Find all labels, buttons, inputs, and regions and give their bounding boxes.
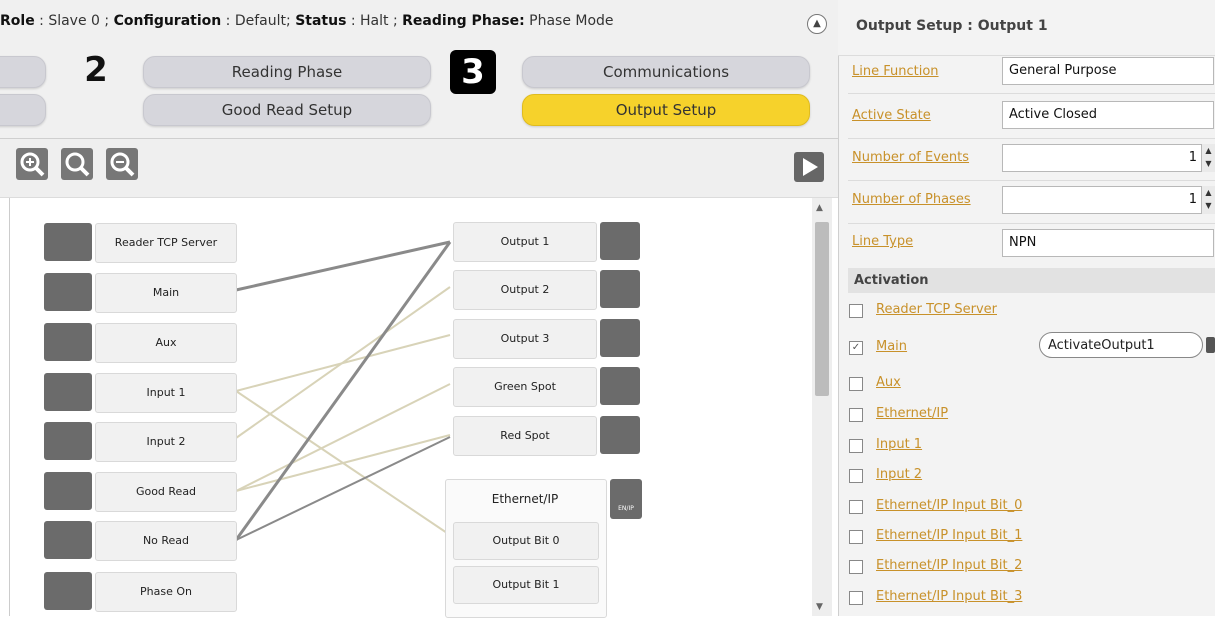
- node-output-3[interactable]: Output 3: [453, 319, 597, 359]
- main-activation-input[interactable]: ActivateOutput1: [1039, 332, 1203, 358]
- node-good-read[interactable]: Good Read: [95, 472, 237, 512]
- active-state-select[interactable]: Active Closed: [1002, 101, 1214, 129]
- number-of-phases-label: Number of Phases: [852, 192, 971, 207]
- divider: [848, 138, 1215, 139]
- output-port-icon: [600, 367, 640, 405]
- activation-ethernet-ip-input-bit-3[interactable]: Ethernet/IP Input Bit_3: [876, 589, 1022, 604]
- ethernet-ip-input-bit-2-checkbox[interactable]: [849, 560, 863, 574]
- node-input-2[interactable]: Input 2: [95, 422, 237, 462]
- node-output-2[interactable]: Output 2: [453, 270, 597, 310]
- input-1-checkbox[interactable]: [849, 439, 863, 453]
- node-output-bit-0[interactable]: Output Bit 0: [453, 522, 599, 560]
- number-of-events-label: Number of Events: [852, 150, 970, 165]
- node-no-read[interactable]: No Read: [95, 521, 237, 561]
- ethernet-plug-icon: [44, 273, 92, 311]
- events-spinner-icon[interactable]: ▲ ▼: [1201, 144, 1215, 172]
- divider: [848, 223, 1215, 224]
- line-function-select[interactable]: General Purpose: [1002, 57, 1214, 85]
- active-state-label: Active State: [852, 108, 931, 123]
- node-output-bit-1[interactable]: Output Bit 1: [453, 566, 599, 604]
- phases-spinner-icon[interactable]: ▲ ▼: [1201, 186, 1215, 214]
- activation-ethernet-ip-input-bit-1[interactable]: Ethernet/IP Input Bit_1: [876, 528, 1022, 543]
- activation-ethernet-ip-input-bit-2[interactable]: Ethernet/IP Input Bit_2: [876, 558, 1022, 573]
- node-phase-on[interactable]: Phase On: [95, 572, 237, 612]
- input-port-icon: [44, 373, 92, 411]
- activation-input-2[interactable]: Input 2: [876, 467, 922, 482]
- puzzle-icon: [44, 472, 92, 510]
- node-green-spot[interactable]: Green Spot: [453, 367, 597, 407]
- ethernet-plug-icon: [44, 323, 92, 361]
- ethernet-ip-icon: EN/IP: [610, 479, 642, 519]
- scroll-up-icon[interactable]: ▲: [816, 203, 823, 213]
- number-of-phases-input[interactable]: 1: [1002, 186, 1214, 214]
- activation-header: Activation: [848, 268, 1215, 293]
- ethernet-ip-title: Ethernet/IP: [491, 492, 559, 506]
- node-red-spot[interactable]: Red Spot: [453, 416, 597, 456]
- scroll-down-icon[interactable]: ▼: [816, 602, 823, 612]
- ethernet-plug-icon: [44, 223, 92, 261]
- output-port-icon: [600, 270, 640, 308]
- ethernet-ip-input-bit-1-checkbox[interactable]: [849, 530, 863, 544]
- line-function-label: Line Function: [852, 64, 939, 79]
- phase-on-icon: [44, 572, 92, 610]
- input-2-checkbox[interactable]: [849, 469, 863, 483]
- panel-title: Output Setup : Output 1: [856, 18, 1048, 34]
- activation-input-1[interactable]: Input 1: [876, 437, 922, 452]
- output-port-icon: [600, 319, 640, 357]
- main-checkbox[interactable]: ✓: [849, 341, 863, 355]
- divider: [848, 93, 1215, 94]
- node-output-1[interactable]: Output 1: [453, 222, 597, 262]
- node-main[interactable]: Main: [95, 273, 237, 313]
- line-type-label: Line Type: [852, 234, 914, 249]
- ethernet-ip-input-bit-0-checkbox[interactable]: [849, 500, 863, 514]
- delete-icon[interactable]: [1206, 337, 1215, 353]
- reader-tcp-server-checkbox[interactable]: [849, 304, 863, 318]
- activation-reader-tcp-server[interactable]: Reader TCP Server: [876, 302, 997, 317]
- activation-ethernet-ip-input-bit-0[interactable]: Ethernet/IP Input Bit_0: [876, 498, 1022, 513]
- ethernet-ip-icon-label: EN/IP: [618, 505, 634, 512]
- node-reader-tcp-server[interactable]: Reader TCP Server: [95, 223, 237, 263]
- output-port-icon: [600, 416, 640, 454]
- activation-aux[interactable]: Aux: [876, 375, 901, 390]
- scrollbar-thumb[interactable]: [815, 222, 829, 396]
- puzzle-icon: [44, 521, 92, 559]
- input-port-icon: [44, 422, 92, 460]
- activation-main[interactable]: Main: [876, 339, 907, 354]
- line-type-select[interactable]: NPN: [1002, 229, 1214, 257]
- output-port-icon: [600, 222, 640, 260]
- activation-ethernet-ip[interactable]: Ethernet/IP: [876, 406, 948, 421]
- ethernet-ip-input-bit-3-checkbox[interactable]: [849, 591, 863, 605]
- node-aux[interactable]: Aux: [95, 323, 237, 363]
- ethernet-ip-checkbox[interactable]: [849, 408, 863, 422]
- aux-checkbox[interactable]: [849, 377, 863, 391]
- node-input-1[interactable]: Input 1: [95, 373, 237, 413]
- number-of-events-input[interactable]: 1: [1002, 144, 1214, 172]
- divider: [848, 180, 1215, 181]
